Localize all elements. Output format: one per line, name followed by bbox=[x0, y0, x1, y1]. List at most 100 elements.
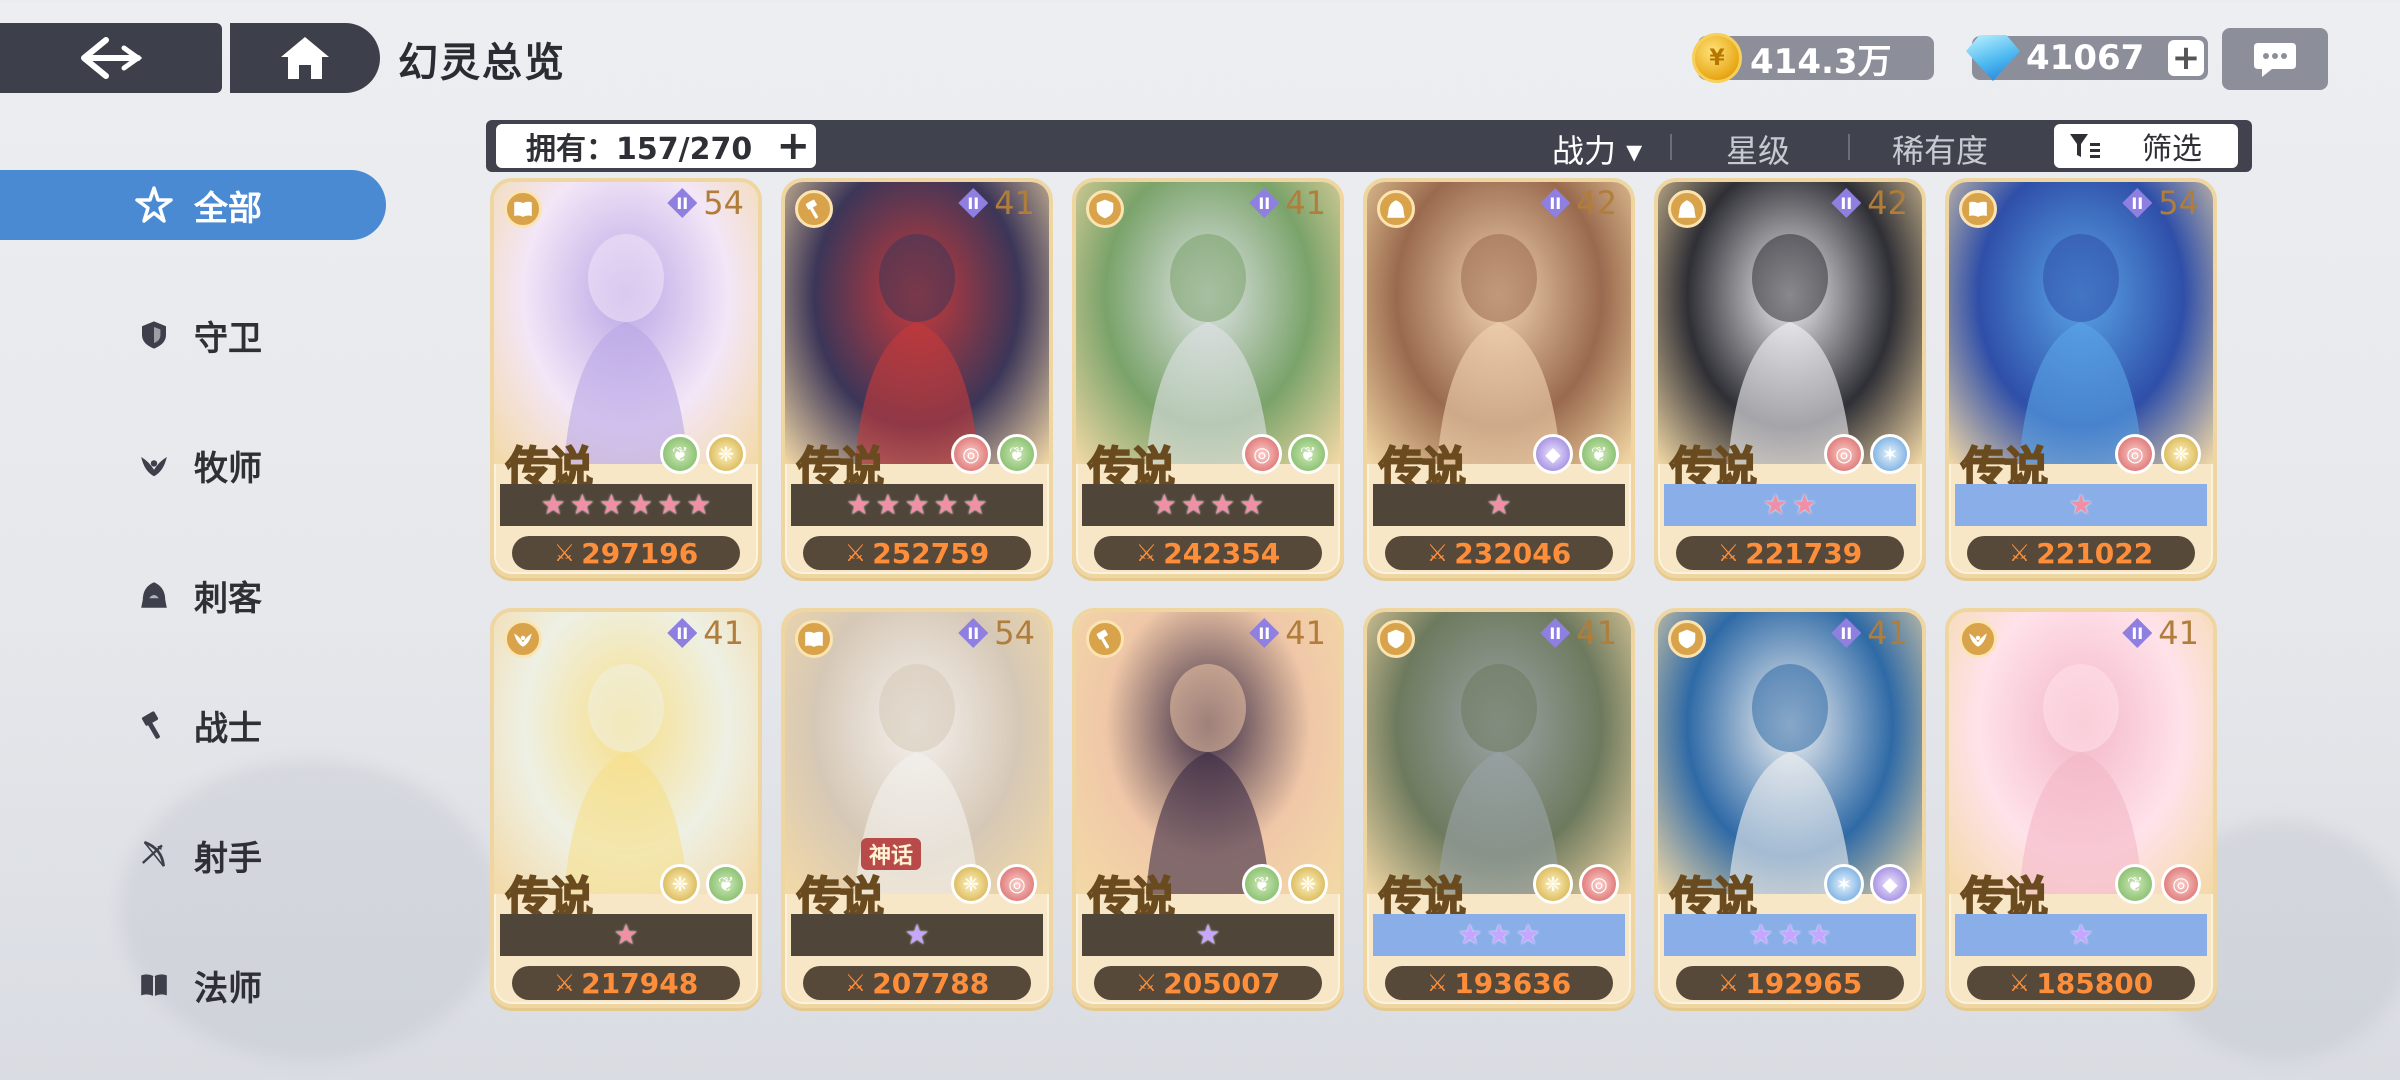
power-value-bar: ⚔ 185800 bbox=[1967, 966, 2195, 1000]
sort-stars-tab[interactable]: 星级 bbox=[1726, 126, 1790, 172]
book-icon bbox=[795, 620, 833, 658]
spirit-card[interactable]: II 41 传说 ◎ ❦ ★ ★ ★ ★ ★ ⚔ 252759 bbox=[781, 178, 1053, 578]
wing-element-icon: ❈ bbox=[2161, 434, 2201, 474]
wing-icon bbox=[134, 445, 174, 485]
hood-icon bbox=[134, 575, 174, 615]
tier-gem-icon: II bbox=[1249, 618, 1280, 648]
gem-counter: 41067 + bbox=[1966, 35, 2208, 81]
power-value: 297196 bbox=[581, 536, 699, 570]
spirit-card[interactable]: II 41 传说 ✶ ◆ ★ ★ ★ ⚔ 192965 bbox=[1654, 608, 1926, 1008]
level-value: 41 bbox=[1285, 614, 1326, 652]
bow-icon bbox=[134, 835, 174, 875]
gold-counter: ¥ 414.3万 bbox=[1692, 33, 1934, 83]
element-icons: ◎ ❦ bbox=[951, 434, 1037, 474]
star-rating: ★ ★ ★ bbox=[1664, 914, 1916, 956]
power-value-bar: ⚔ 221739 bbox=[1676, 536, 1904, 570]
sort-power-tab[interactable]: 战力 ▾ bbox=[1552, 126, 1642, 172]
crossed-swords-icon: ⚔ bbox=[2008, 539, 2031, 567]
sidebar-item-1[interactable]: 守卫 bbox=[0, 300, 386, 370]
sidebar-item-6[interactable]: 法师 bbox=[0, 950, 386, 1020]
star-icon: ★ bbox=[1515, 918, 1541, 951]
gold-amount: 414.3万 bbox=[1750, 41, 1892, 82]
spirit-card[interactable]: II 41 传说 ❈ ❦ ★ ⚔ 217948 bbox=[490, 608, 762, 1008]
wing-icon bbox=[504, 620, 542, 658]
tier-gem-icon: II bbox=[2122, 618, 2153, 648]
sidebar-item-label: 牧师 bbox=[194, 448, 262, 489]
sidebar-item-label: 守卫 bbox=[194, 318, 262, 359]
hammer-icon bbox=[795, 190, 833, 228]
back-arrow-icon bbox=[81, 37, 143, 79]
wing-element-icon: ❈ bbox=[706, 434, 746, 474]
crossed-swords-icon: ⚔ bbox=[844, 539, 867, 567]
home-icon bbox=[281, 37, 329, 79]
back-button[interactable] bbox=[0, 23, 222, 93]
shield-icon bbox=[1377, 620, 1415, 658]
swirl-element-icon: ◎ bbox=[2115, 434, 2155, 474]
sidebar-item-3[interactable]: 刺客 bbox=[0, 560, 386, 630]
star-icon: ★ bbox=[686, 488, 712, 521]
star-rating: ★ ★ ★ ★ bbox=[1082, 484, 1334, 526]
diamond-element-icon: ◆ bbox=[1533, 434, 1573, 474]
power-value: 232046 bbox=[1454, 536, 1572, 570]
star-icon: ★ bbox=[904, 488, 930, 521]
sidebar-item-4[interactable]: 战士 bbox=[0, 690, 386, 760]
owned-count-box[interactable]: 拥有：157/270 + bbox=[496, 124, 816, 168]
element-icons: ❦ ◎ bbox=[2115, 864, 2201, 904]
level-value: 54 bbox=[2158, 184, 2199, 222]
leaf-element-icon: ❦ bbox=[706, 864, 746, 904]
star-icon: ★ bbox=[846, 488, 872, 521]
leaf-element-icon: ❦ bbox=[1242, 864, 1282, 904]
tier-gem-icon: II bbox=[1831, 618, 1862, 648]
spirit-card[interactable]: II 42 传说 ◎ ✶ ★ ★ ⚔ 221739 bbox=[1654, 178, 1926, 578]
star-rating: ★ ★ ★ ★ ★ ★ bbox=[500, 484, 752, 526]
star-icon: ★ bbox=[1195, 918, 1221, 951]
spirit-card[interactable]: II 54 神话 传说 ❈ ◎ ★ ⚔ 207788 bbox=[781, 608, 1053, 1008]
star-rating: ★ ★ ★ ★ ★ bbox=[791, 484, 1043, 526]
power-value-bar: ⚔ 192965 bbox=[1676, 966, 1904, 1000]
hammer-icon bbox=[134, 705, 174, 745]
star-icon: ★ bbox=[875, 488, 901, 521]
level-indicator: II 42 bbox=[1831, 184, 1908, 222]
crossed-swords-icon: ⚔ bbox=[1717, 539, 1740, 567]
crossed-swords-icon: ⚔ bbox=[553, 539, 576, 567]
sidebar-item-2[interactable]: 牧师 bbox=[0, 430, 386, 500]
chat-bubble-icon bbox=[2254, 43, 2296, 77]
leaf-element-icon: ❦ bbox=[660, 434, 700, 474]
chat-button[interactable] bbox=[2222, 28, 2328, 90]
sidebar-item-5[interactable]: 射手 bbox=[0, 820, 386, 890]
spirit-card[interactable]: II 41 传说 ❈ ◎ ★ ★ ★ ⚔ 193636 bbox=[1363, 608, 1635, 1008]
spirit-card[interactable]: II 42 传说 ◆ ❦ ★ ⚔ 232046 bbox=[1363, 178, 1635, 578]
home-button[interactable] bbox=[230, 23, 380, 93]
star-icon: ★ bbox=[657, 488, 683, 521]
level-indicator: II 54 bbox=[2122, 184, 2199, 222]
tier-gem-icon: II bbox=[1540, 618, 1571, 648]
power-value-bar: ⚔ 205007 bbox=[1094, 966, 1322, 1000]
star-icon: ★ bbox=[2068, 918, 2094, 951]
power-value: 252759 bbox=[872, 536, 990, 570]
divider bbox=[1848, 134, 1850, 160]
sort-rarity-tab[interactable]: 稀有度 bbox=[1892, 126, 1988, 172]
power-value: 185800 bbox=[2036, 966, 2154, 1000]
element-icons: ❦ ❈ bbox=[660, 434, 746, 474]
crossed-swords-icon: ⚔ bbox=[1135, 539, 1158, 567]
book-icon bbox=[134, 965, 174, 1005]
filter-bar: 拥有：157/270 + 战力 ▾ 星级 稀有度 筛选 bbox=[486, 120, 2252, 172]
swirl-element-icon: ◎ bbox=[951, 434, 991, 474]
tier-gem-icon: II bbox=[1831, 188, 1862, 218]
filter-button[interactable]: 筛选 bbox=[2054, 124, 2238, 168]
spirit-card[interactable]: II 41 传说 ◎ ❦ ★ ★ ★ ★ ⚔ 242354 bbox=[1072, 178, 1344, 578]
expand-slots-button[interactable]: + bbox=[776, 126, 810, 166]
spirit-card[interactable]: II 41 传说 ❦ ❈ ★ ⚔ 205007 bbox=[1072, 608, 1344, 1008]
swirl-element-icon: ◎ bbox=[1579, 864, 1619, 904]
power-value-bar: ⚔ 297196 bbox=[512, 536, 740, 570]
add-gems-button[interactable]: + bbox=[2168, 40, 2204, 76]
spirit-card[interactable]: II 41 传说 ❦ ◎ ★ ⚔ 185800 bbox=[1945, 608, 2217, 1008]
level-value: 41 bbox=[2158, 614, 2199, 652]
owned-count-label: 拥有：157/270 bbox=[526, 132, 753, 167]
spirit-card[interactable]: II 54 传说 ❦ ❈ ★ ★ ★ ★ ★ ★ ⚔ 297196 bbox=[490, 178, 762, 578]
star-icon: ★ bbox=[1777, 918, 1803, 951]
sidebar-item-0[interactable]: 全部 bbox=[0, 170, 386, 240]
level-value: 41 bbox=[1285, 184, 1326, 222]
spirit-card[interactable]: II 54 传说 ◎ ❈ ★ ⚔ 221022 bbox=[1945, 178, 2217, 578]
level-indicator: II 42 bbox=[1540, 184, 1617, 222]
